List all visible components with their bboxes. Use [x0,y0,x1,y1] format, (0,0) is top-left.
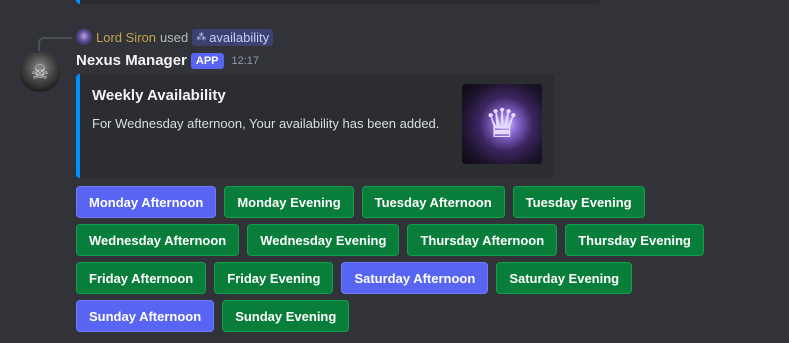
previous-embed-edge [76,0,600,4]
bot-username[interactable]: Nexus Manager [76,52,187,69]
replied-user-avatar[interactable] [76,29,92,45]
saturday-evening-button[interactable]: Saturday Evening [496,262,633,294]
tuesday-evening-button[interactable]: Tuesday Evening [512,186,645,218]
bot-avatar[interactable]: ☠ [20,52,60,92]
replied-username[interactable]: Lord Siron [96,30,156,45]
command-name: availability [209,29,270,45]
reply-connector-line [38,37,72,51]
sunday-evening-button[interactable]: Sunday Evening [222,300,350,332]
button-row: Monday Afternoon Monday Evening Tuesday Af… [76,186,686,218]
command-icon: ⁂ [196,31,207,43]
friday-afternoon-button[interactable]: Friday Afternoon [76,262,207,294]
message-timestamp[interactable]: 12:17 [232,55,260,67]
friday-evening-button[interactable]: Friday Evening [214,262,334,294]
sunday-afternoon-button[interactable]: Sunday Afternoon [76,300,215,332]
button-row: Wednesday Afternoon Wednesday Evening Thur… [76,224,704,256]
monday-evening-button[interactable]: Monday Evening [224,186,354,218]
crown-thumbnail-image[interactable]: ♛ [462,84,542,164]
saturday-afternoon-button[interactable]: Saturday Afternoon [341,262,489,294]
message-header: Nexus Manager APP 12:17 [76,52,259,69]
embed-title: Weekly Availability [92,87,226,104]
monday-afternoon-button[interactable]: Monday Afternoon [76,186,217,218]
button-row: Sunday Afternoon Sunday Evening [76,300,686,332]
slash-command-chip[interactable]: ⁂ availability [192,28,274,46]
tuesday-afternoon-button[interactable]: Tuesday Afternoon [361,186,505,218]
embed-card: Weekly Availability For Wednesday aftern… [76,74,554,178]
availability-button-grid: Monday Afternoon Monday Evening Tuesday Af… [76,186,704,338]
embed-description: For Wednesday afternoon, Your availabili… [92,116,440,131]
button-row: Friday Afternoon Friday Evening Saturday A… [76,262,686,294]
app-badge: APP [190,52,224,69]
command-reply-header: Lord Siron used ⁂ availability [76,28,274,46]
thursday-evening-button[interactable]: Thursday Evening [565,224,704,256]
wednesday-evening-button[interactable]: Wednesday Evening [247,224,400,256]
reply-used-text: used [159,29,189,45]
thursday-afternoon-button[interactable]: Thursday Afternoon [407,224,558,256]
wednesday-afternoon-button[interactable]: Wednesday Afternoon [76,224,240,256]
